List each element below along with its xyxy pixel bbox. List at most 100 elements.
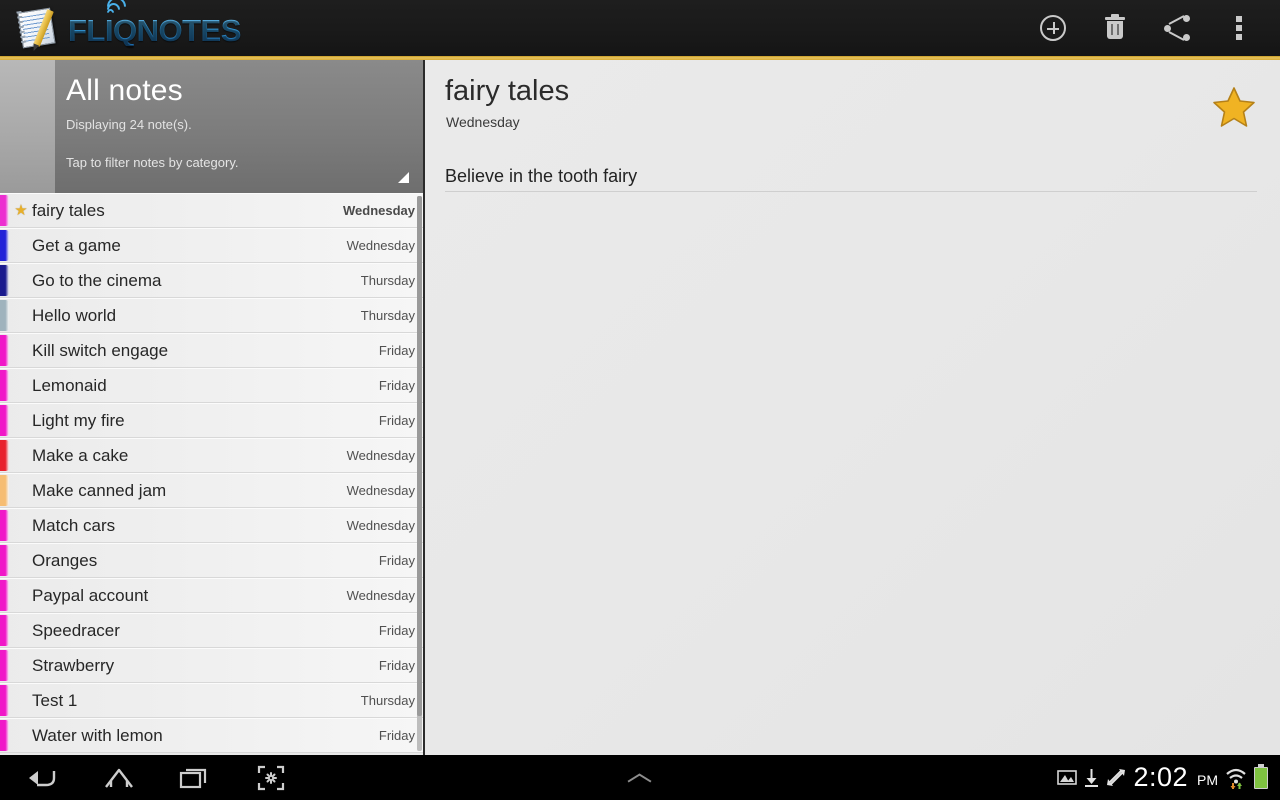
note-title: Get a game — [32, 235, 121, 255]
logo-brand-text: FLIQ — [68, 12, 137, 48]
wifi-arcs-icon — [103, 0, 130, 20]
share-note-button[interactable] — [1146, 0, 1208, 56]
accent-divider — [0, 56, 1280, 60]
status-tray[interactable]: 2:02 PM — [1057, 762, 1268, 792]
note-title: Make canned jam — [32, 480, 167, 500]
note-date: Wednesday — [342, 203, 415, 218]
note-list-item[interactable]: ★ fairy tales Wednesday — [0, 193, 425, 228]
note-list-item[interactable]: Paypal account Wednesday — [0, 578, 425, 613]
note-title: Speedracer — [32, 620, 120, 640]
note-date: Wednesday — [346, 518, 415, 533]
note-star-icon: ★ — [14, 202, 28, 219]
delete-note-button[interactable] — [1084, 0, 1146, 56]
home-button[interactable] — [98, 759, 140, 797]
note-title: Kill switch engage — [32, 340, 169, 360]
chevron-up-icon — [629, 772, 651, 783]
back-button[interactable] — [22, 759, 64, 797]
note-category-color-bar — [0, 650, 9, 681]
system-navigation-bar: 2:02 PM — [0, 755, 1280, 800]
app-logo[interactable]: FLIQNOTES — [0, 0, 241, 56]
scrollbar-thumb[interactable] — [417, 196, 422, 716]
note-title: Match cars — [32, 515, 116, 535]
note-title: Test 1 — [32, 690, 78, 710]
note-list-item[interactable]: Strawberry Friday — [0, 648, 425, 683]
app-root: FLIQNOTES All notes Displaying 24 note(s… — [0, 0, 1280, 800]
note-list-item[interactable]: Make a cake Wednesday — [0, 438, 425, 473]
list-scrollbar[interactable] — [417, 196, 422, 751]
note-date: Thursday — [360, 308, 415, 323]
sync-icon — [1107, 769, 1126, 786]
more-vertical-icon — [1236, 16, 1242, 40]
favorite-star-icon[interactable] — [1212, 86, 1256, 128]
note-category-color-bar — [0, 370, 9, 401]
notes-list-panel: All notes Displaying 24 note(s). Tap to … — [0, 60, 425, 755]
note-category-color-bar — [0, 685, 9, 716]
status-clock: 2:02 — [1133, 762, 1188, 792]
recent-apps-icon — [179, 768, 207, 788]
note-category-color-bar — [0, 510, 9, 541]
note-category-color-bar — [0, 265, 9, 296]
note-list-item[interactable]: Get a game Wednesday — [0, 228, 425, 263]
note-title: Paypal account — [32, 585, 149, 605]
note-title: Light my fire — [32, 410, 125, 430]
note-list-item[interactable]: Kill switch engage Friday — [0, 333, 425, 368]
status-ampm: PM — [1197, 772, 1218, 788]
download-icon — [1085, 769, 1099, 787]
note-category-color-bar — [0, 475, 9, 506]
notepad-pencil-icon — [16, 7, 62, 49]
note-date: Wednesday — [346, 448, 415, 463]
note-title: Strawberry — [32, 655, 115, 675]
note-body-underline — [445, 191, 1257, 192]
note-category-color-bar — [0, 720, 9, 751]
filter-hint-label: Tap to filter notes by category. — [66, 155, 239, 170]
note-list-item[interactable]: Lemonaid Friday — [0, 368, 425, 403]
screen-capture-icon — [257, 765, 285, 790]
panel-divider — [423, 60, 425, 755]
note-title: Hello world — [32, 305, 117, 325]
note-list-item[interactable]: Go to the cinema Thursday — [0, 263, 425, 298]
note-category-color-bar — [0, 300, 9, 331]
note-body-line[interactable]: Believe in the tooth fairy — [445, 166, 1260, 192]
trash-icon — [1103, 14, 1127, 42]
filter-header[interactable]: All notes Displaying 24 note(s). Tap to … — [0, 60, 425, 193]
filter-title: All notes — [66, 74, 183, 107]
note-category-color-bar — [0, 580, 9, 611]
logo-notes-text: NOTES — [136, 12, 242, 48]
note-title: Make a cake — [32, 445, 129, 465]
note-category-color-bar — [0, 615, 9, 646]
action-bar-buttons — [1022, 0, 1280, 56]
note-date: Thursday — [360, 693, 415, 708]
wifi-icon — [1226, 768, 1246, 789]
recents-button[interactable] — [174, 759, 216, 797]
plus-circle-icon — [1040, 15, 1066, 41]
filter-count-label: Displaying 24 note(s). — [66, 117, 192, 132]
note-list-item[interactable]: Oranges Friday — [0, 543, 425, 578]
expand-triangle-icon — [398, 172, 409, 183]
note-list-item[interactable]: Light my fire Friday — [0, 403, 425, 438]
note-category-color-bar — [0, 545, 9, 576]
note-category-color-bar — [0, 335, 9, 366]
add-note-button[interactable] — [1022, 0, 1084, 56]
note-list-item[interactable]: Make canned jam Wednesday — [0, 473, 425, 508]
battery-full-icon — [1254, 763, 1268, 789]
note-title: fairy tales — [32, 200, 105, 220]
note-date: Thursday — [360, 273, 415, 288]
note-list-item[interactable]: Hello world Thursday — [0, 298, 425, 333]
note-title: Go to the cinema — [32, 270, 162, 290]
action-bar: FLIQNOTES — [0, 0, 1280, 56]
note-list-item[interactable]: Match cars Wednesday — [0, 508, 425, 543]
note-detail-pane: fairy tales Wednesday Believe in the too… — [425, 60, 1280, 755]
app-wordmark: FLIQNOTES — [68, 0, 242, 48]
note-category-color-bar — [0, 440, 9, 471]
note-list-item[interactable]: Water with lemon Friday — [0, 718, 425, 753]
screenshot-button[interactable] — [250, 759, 292, 797]
note-detail-date: Wednesday — [446, 114, 520, 130]
overflow-menu-button[interactable] — [1208, 0, 1270, 56]
note-list-item[interactable]: Speedracer Friday — [0, 613, 425, 648]
note-title: Oranges — [32, 550, 98, 570]
note-category-color-bar — [0, 195, 9, 226]
note-list[interactable]: ★ fairy tales Wednesday Get a game Wednesday… — [0, 193, 425, 755]
note-detail-body[interactable]: Believe in the tooth fairy — [445, 166, 1260, 192]
note-list-item[interactable]: Test 1 Thursday — [0, 683, 425, 718]
system-nav-buttons — [0, 759, 292, 797]
